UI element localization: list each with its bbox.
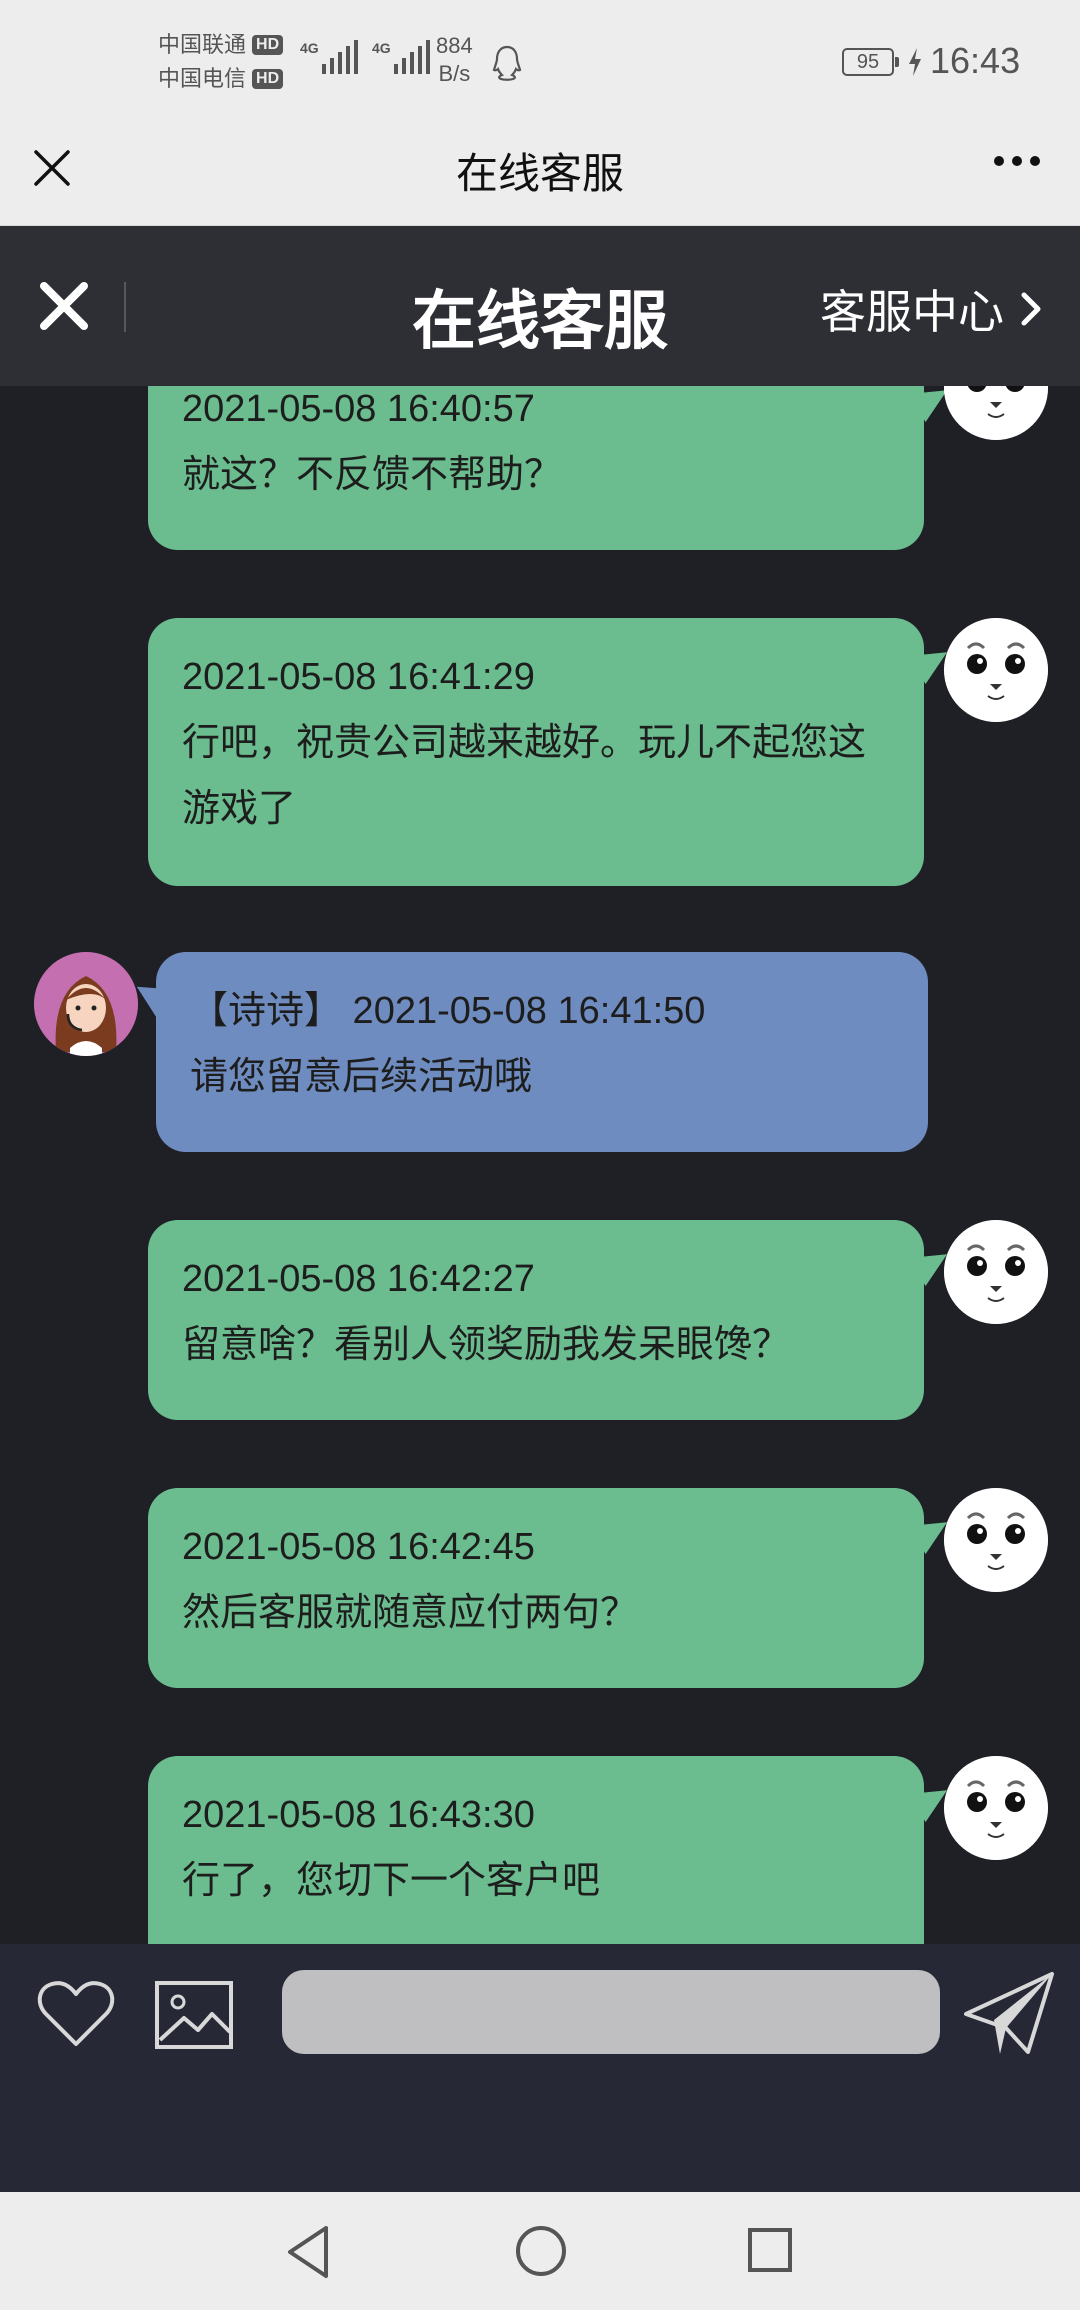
message-time: 2021-05-08 16:43:30 <box>182 1794 535 1836</box>
carrier-info: 中国联通 HD 中国电信 HD <box>158 28 284 96</box>
home-icon[interactable] <box>514 2224 568 2278</box>
signal-icon: 4G <box>300 40 358 74</box>
user-avatar[interactable] <box>944 1220 1048 1324</box>
agent-avatar[interactable] <box>34 952 138 1056</box>
service-center-label: 客服中心 <box>820 286 1004 338</box>
speed-value: 884 <box>436 33 473 58</box>
message-time: 2021-05-08 16:40:57 <box>182 388 535 430</box>
back-icon[interactable] <box>280 2222 336 2282</box>
app-header: 在线客服 客服中心 <box>0 226 1080 386</box>
status-bar: 中国联通 HD 中国电信 HD 4G 4G 884 B/s 95 16:43 <box>0 0 1080 126</box>
more-icon[interactable] <box>994 156 1040 166</box>
charging-icon <box>909 48 921 76</box>
input-bar <box>0 1944 1080 2192</box>
carrier-1: 中国联通 <box>158 32 247 57</box>
user-avatar[interactable] <box>944 1756 1048 1860</box>
chevron-right-icon <box>1021 292 1041 326</box>
message-input[interactable] <box>282 1970 940 2054</box>
image-icon[interactable] <box>154 1980 234 2050</box>
message-time: 【诗诗】 2021-05-08 16:41:50 <box>190 990 706 1032</box>
message-text: 留意啥？看别人领奖励我发呆眼馋？ <box>182 1324 791 1366</box>
wechat-header: 在线客服 <box>0 126 1080 226</box>
signal-icon: 4G <box>372 40 430 74</box>
message-text: 就这？不反馈不帮助？ <box>182 454 563 496</box>
message-text: 行吧，祝贵公司越来越好。玩儿不起您这游戏了 <box>182 722 867 830</box>
message-text: 行了，您切下一个客户吧 <box>182 1860 601 1902</box>
message-text: 然后客服就随意应付两句？ <box>182 1592 639 1634</box>
message-bubble: 2021-05-08 16:42:45 然后客服就随意应付两句？ <box>148 1488 924 1688</box>
page-title: 在线客服 <box>455 150 624 197</box>
user-avatar[interactable] <box>944 618 1048 722</box>
message-bubble: 2021-05-08 16:43:30 行了，您切下一个客户吧 <box>148 1756 924 1944</box>
network-type: 4G <box>372 40 391 56</box>
heart-icon[interactable] <box>36 1978 116 2050</box>
carrier-2: 中国电信 <box>158 66 247 91</box>
clock: 16:43 <box>930 40 1021 81</box>
chat-area[interactable]: 2021-05-08 16:40:57 就这？不反馈不帮助？ 2021-05-0… <box>0 386 1080 1944</box>
message-bubble: 【诗诗】 2021-05-08 16:41:50 请您留意后续活动哦 <box>156 952 928 1152</box>
network-speed: 884 B/s <box>436 32 473 88</box>
send-icon[interactable] <box>962 1968 1056 2058</box>
service-center-link[interactable]: 客服中心 <box>820 276 1046 342</box>
speed-unit: B/s <box>438 61 471 86</box>
hd-badge: HD <box>252 69 284 89</box>
message-time: 2021-05-08 16:41:29 <box>182 656 535 698</box>
message-bubble: 2021-05-08 16:40:57 就这？不反馈不帮助？ <box>148 386 924 550</box>
network-type: 4G <box>300 40 319 56</box>
hd-badge: HD <box>252 35 284 55</box>
message-bubble: 2021-05-08 16:42:27 留意啥？看别人领奖励我发呆眼馋？ <box>148 1220 924 1420</box>
user-avatar[interactable] <box>944 1488 1048 1592</box>
system-nav-bar <box>0 2192 1080 2310</box>
recent-apps-icon[interactable] <box>746 2226 794 2274</box>
message-bubble: 2021-05-08 16:41:29 行吧，祝贵公司越来越好。玩儿不起您这游戏… <box>148 618 924 886</box>
message-text: 请您留意后续活动哦 <box>190 1056 533 1098</box>
signal-icons: 4G 4G <box>300 40 430 74</box>
battery-indicator: 95 <box>842 48 899 76</box>
message-time: 2021-05-08 16:42:27 <box>182 1258 535 1300</box>
message-time: 2021-05-08 16:42:45 <box>182 1526 535 1568</box>
qq-icon <box>492 45 522 81</box>
user-avatar[interactable] <box>944 386 1048 440</box>
